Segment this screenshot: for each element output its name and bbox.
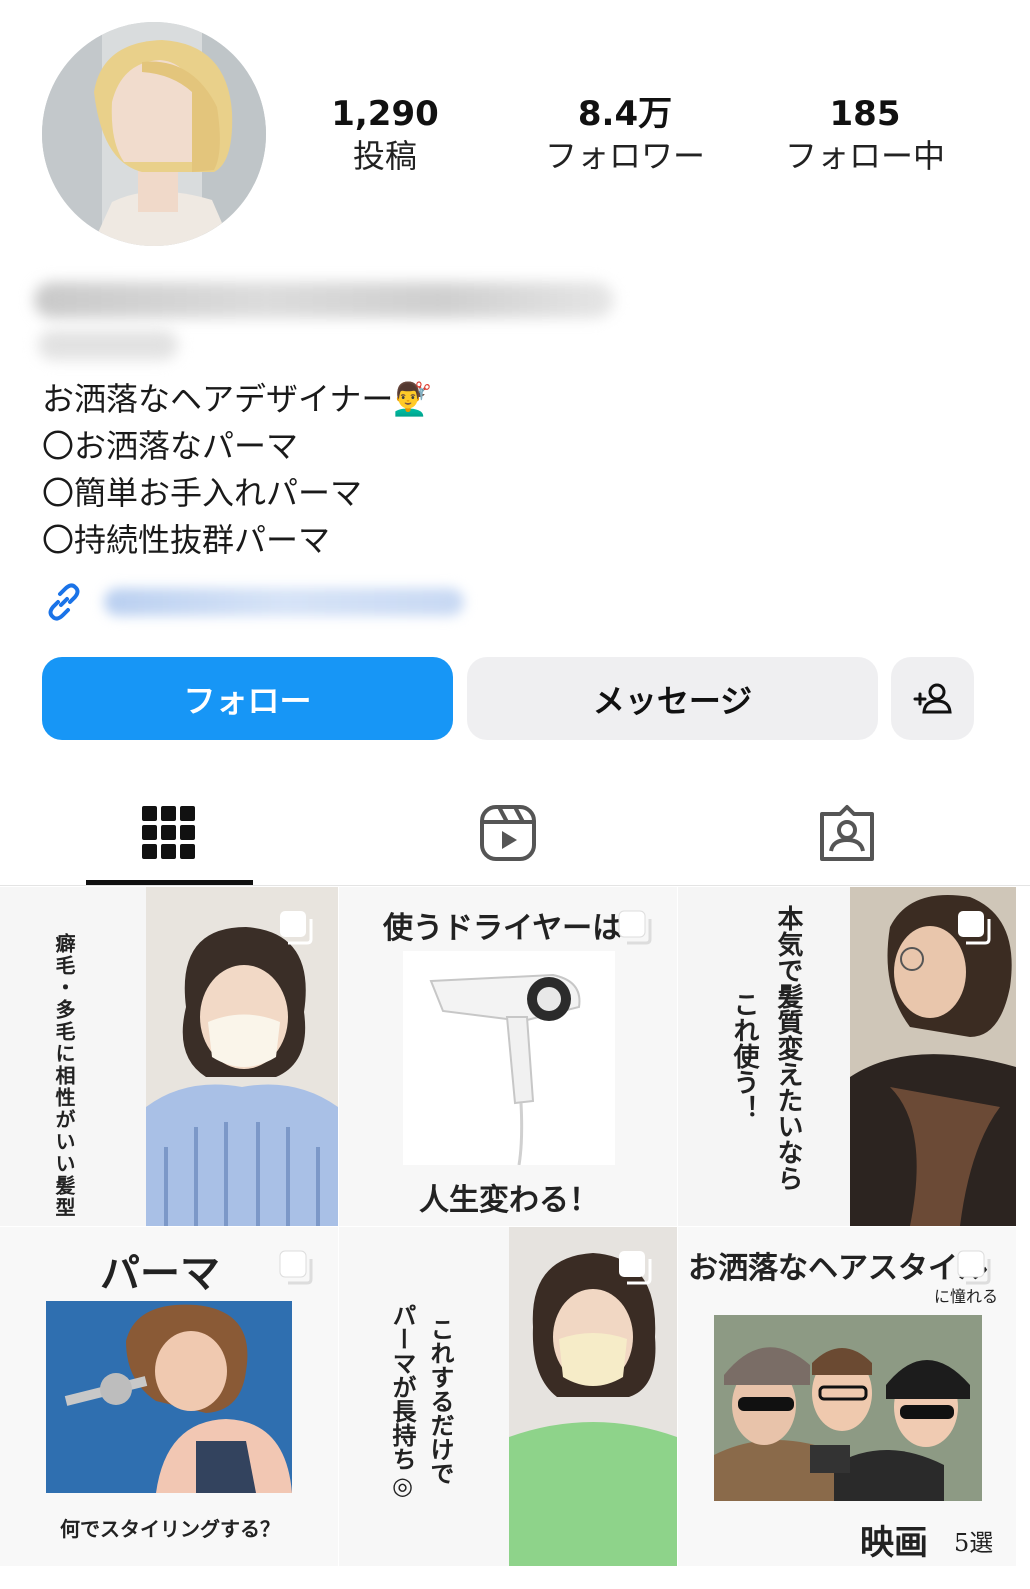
post-title: 使うドライヤーは: [383, 911, 623, 946]
link-url-redacted: [104, 588, 464, 616]
post-text: パーマが長持ち◎: [388, 1303, 417, 1500]
active-tab-indicator: [86, 880, 253, 885]
tagged-icon: [820, 805, 874, 861]
post-tile[interactable]: お洒落なヘアスタイル に憧れる 映画 5選: [678, 1227, 1016, 1566]
profile-name-redacted: [34, 282, 614, 318]
carousel-icon: [957, 1250, 991, 1285]
follow-button[interactable]: フォロー: [42, 657, 453, 740]
link-icon: [48, 583, 80, 621]
post-tile[interactable]: 本気で髪質変えたいなら これ使う！: [678, 887, 1016, 1226]
tab-tagged[interactable]: [762, 780, 932, 886]
carousel-icon: [619, 1251, 652, 1285]
profile-bio: お洒落なヘアデザイナー💇‍♂️ 〇お洒落なパーマ 〇簡単お手入れパーマ 〇持続性…: [42, 376, 742, 564]
grid-icon: [142, 806, 195, 859]
stat-following[interactable]: 185 フォロー中: [745, 92, 985, 176]
tab-posts[interactable]: [84, 780, 254, 886]
tab-reels[interactable]: [423, 780, 593, 886]
stat-followers[interactable]: 8.4万 フォロワー: [505, 92, 745, 176]
posts-grid: 癖毛・多毛に相性がいい髪型 使うドライヤーは 人生変わる！ 本気で髪質変えたいな…: [0, 887, 1030, 1589]
post-tile[interactable]: パーマ 何でスタイリングする？: [0, 1227, 338, 1566]
post-caption-small: 5選: [954, 1529, 994, 1557]
suggest-user-button[interactable]: [891, 657, 974, 740]
post-caption: 映画: [860, 1523, 928, 1563]
post-photo: [46, 1301, 292, 1493]
carousel-icon: [958, 911, 991, 945]
carousel-icon: [618, 910, 652, 945]
followers-label: フォロワー: [544, 137, 705, 175]
profile-category-redacted: [38, 330, 178, 360]
post-photo: [714, 1315, 982, 1501]
bio-line: 〇持続性抜群パーマ: [42, 521, 331, 559]
post-text: これするだけで: [426, 1317, 455, 1485]
posts-count: 1,290: [331, 94, 439, 134]
post-text: これ使う！: [729, 991, 759, 1121]
add-user-icon: [913, 683, 952, 713]
posts-label: 投稿: [352, 137, 417, 175]
bio-line: 〇お洒落なパーマ: [42, 427, 299, 465]
post-text: 癖毛・多毛に相性がいい髪型: [52, 933, 76, 1219]
profile-link[interactable]: [42, 578, 464, 624]
carousel-icon: [280, 911, 313, 945]
bio-line: 〇簡単お手入れパーマ: [42, 474, 363, 512]
profile-avatar[interactable]: [42, 22, 266, 246]
profile-stats: 1,290 投稿 8.4万 フォロワー 185 フォロー中: [290, 92, 1010, 182]
post-tile[interactable]: これするだけで パーマが長持ち◎: [339, 1227, 677, 1566]
post-title: お洒落なヘアスタイル: [688, 1251, 988, 1286]
carousel-icon: [279, 1250, 313, 1285]
profile-tabs: [0, 780, 1030, 886]
bio-line: お洒落なヘアデザイナー💇‍♂️: [42, 380, 434, 418]
post-text: 本気で髪質変えたいなら: [773, 905, 803, 1191]
post-photo: [403, 951, 615, 1165]
post-caption: 何でスタイリングする？: [60, 1517, 280, 1541]
post-caption: 人生変わる！: [419, 1183, 599, 1218]
message-button[interactable]: メッセージ: [467, 657, 878, 740]
following-count: 185: [829, 94, 901, 134]
following-label: フォロー中: [784, 137, 945, 175]
stat-posts[interactable]: 1,290 投稿: [265, 92, 505, 176]
followers-count: 8.4万: [577, 94, 673, 134]
post-title: パーマ: [100, 1250, 220, 1297]
reels-icon: [480, 805, 536, 861]
post-tile[interactable]: 使うドライヤーは 人生変わる！: [339, 887, 677, 1226]
post-tile[interactable]: 癖毛・多毛に相性がいい髪型: [0, 887, 338, 1226]
